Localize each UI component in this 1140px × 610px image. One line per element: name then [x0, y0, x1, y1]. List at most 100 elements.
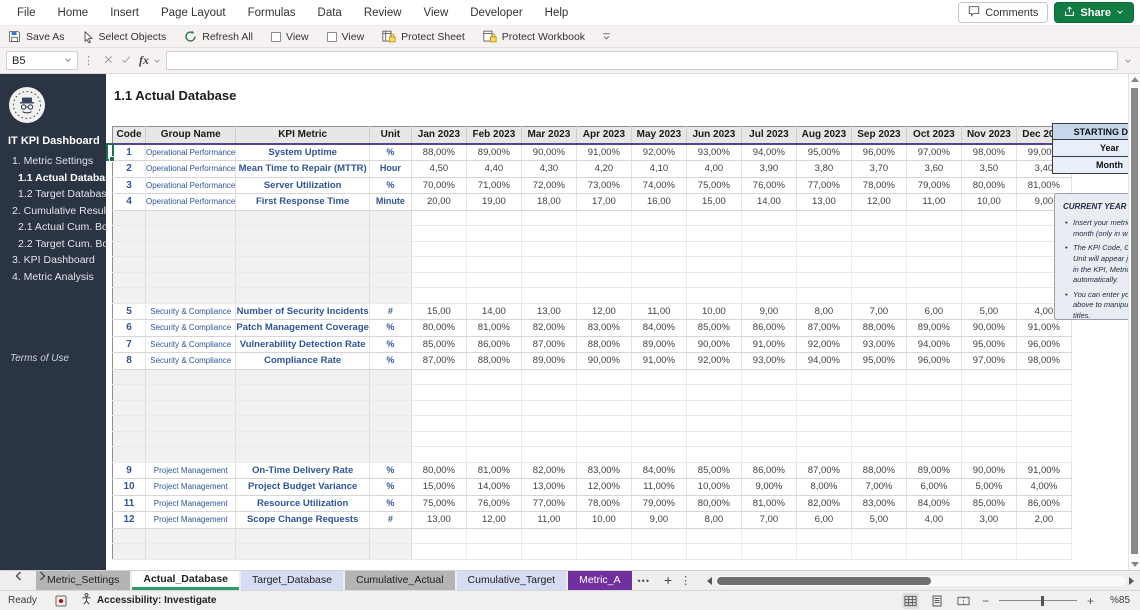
empty-cell[interactable]: [466, 256, 522, 273]
cell-value-month-9[interactable]: 12,00: [851, 193, 907, 211]
cell-kpi-metric[interactable]: Project Budget Variance: [235, 478, 370, 496]
scroll-right-arrow-icon[interactable]: [1129, 576, 1134, 585]
cell-code[interactable]: 6: [112, 319, 146, 337]
empty-cell[interactable]: [741, 543, 797, 560]
empty-cell[interactable]: [411, 384, 467, 401]
cell-value-month-1[interactable]: 88,00%: [411, 143, 467, 161]
empty-cell[interactable]: [906, 210, 962, 226]
cell-unit[interactable]: %: [369, 177, 412, 194]
empty-cell[interactable]: [466, 431, 522, 447]
cell-value-month-8[interactable]: 95,00%: [796, 143, 852, 161]
empty-cell[interactable]: [906, 287, 962, 304]
empty-cell[interactable]: [235, 543, 370, 560]
cell-value-month-8[interactable]: 77,00%: [796, 177, 852, 194]
horizontal-scrollbar-track[interactable]: [715, 575, 1126, 586]
empty-cell[interactable]: [686, 431, 742, 447]
cell-value-month-1[interactable]: 75,00%: [411, 495, 467, 512]
cell-value-month-1[interactable]: 15,00: [411, 303, 467, 320]
cell-unit[interactable]: Minute: [369, 193, 412, 211]
cell-value-month-6[interactable]: 90,00%: [686, 336, 742, 353]
empty-cell[interactable]: [369, 272, 412, 288]
empty-cell[interactable]: [466, 528, 522, 544]
cell-value-month-3[interactable]: 13,00: [521, 303, 577, 320]
empty-cell[interactable]: [686, 528, 742, 544]
empty-cell[interactable]: [521, 543, 577, 560]
cell-code[interactable]: 9: [112, 462, 146, 479]
cell-value-month-4[interactable]: 12,00%: [576, 478, 632, 496]
empty-cell[interactable]: [686, 415, 742, 432]
empty-cell[interactable]: [741, 369, 797, 385]
cell-value-month-10[interactable]: 94,00%: [906, 336, 962, 353]
cell-value-month-9[interactable]: 83,00%: [851, 495, 907, 512]
empty-cell[interactable]: [851, 415, 907, 432]
empty-cell[interactable]: [796, 446, 852, 463]
cell-value-month-2[interactable]: 86,00%: [466, 336, 522, 353]
cell-value-month-9[interactable]: 7,00%: [851, 478, 907, 496]
cell-value-month-5[interactable]: 79,00%: [631, 495, 687, 512]
cell-value-month-6[interactable]: 93,00%: [686, 143, 742, 161]
empty-cell[interactable]: [235, 431, 370, 447]
cell-value-month-6[interactable]: 85,00%: [686, 319, 742, 337]
toolbar-save-as-button[interactable]: Save As: [8, 30, 65, 43]
empty-cell[interactable]: [521, 384, 577, 401]
cell-value-month-9[interactable]: 3,70: [851, 160, 907, 178]
empty-cell[interactable]: [741, 241, 797, 257]
cell-unit[interactable]: %: [369, 336, 412, 353]
cell-value-month-5[interactable]: 92,00%: [631, 143, 687, 161]
empty-cell[interactable]: [112, 287, 146, 304]
cell-value-month-4[interactable]: 17,00: [576, 193, 632, 211]
cell-value-month-7[interactable]: 94,00%: [741, 143, 797, 161]
empty-cell[interactable]: [796, 431, 852, 447]
cell-value-month-4[interactable]: 10,00: [576, 511, 632, 529]
cell-kpi-metric[interactable]: Number of Security Incidents: [235, 303, 370, 320]
empty-cell[interactable]: [521, 287, 577, 304]
confirm-entry-icon[interactable]: [117, 55, 135, 67]
cell-value-month-11[interactable]: 97,00%: [961, 352, 1017, 370]
zoom-level[interactable]: %85: [1104, 595, 1130, 606]
empty-cell[interactable]: [906, 369, 962, 385]
empty-cell[interactable]: [576, 210, 632, 226]
starting-date-year-cell[interactable]: Year: [1052, 140, 1128, 157]
cell-group-name[interactable]: Security & Compliance: [145, 352, 237, 370]
empty-cell[interactable]: [411, 256, 467, 273]
menu-view[interactable]: View: [413, 0, 460, 26]
cell-kpi-metric[interactable]: Server Utilization: [235, 177, 370, 194]
cell-group-name[interactable]: Operational Performance: [145, 143, 237, 161]
cell-code[interactable]: 2: [112, 160, 146, 178]
empty-cell[interactable]: [741, 431, 797, 447]
cell-group-name[interactable]: Project Management: [145, 478, 237, 496]
cell-value-month-6[interactable]: 8,00: [686, 511, 742, 529]
cell-group-name[interactable]: Security & Compliance: [145, 336, 237, 353]
empty-cell[interactable]: [631, 415, 687, 432]
cell-value-month-5[interactable]: 74,00%: [631, 177, 687, 194]
empty-cell[interactable]: [631, 369, 687, 385]
cell-value-month-11[interactable]: 85,00%: [961, 495, 1017, 512]
empty-cell[interactable]: [906, 528, 962, 544]
cell-value-month-2[interactable]: 71,00%: [466, 177, 522, 194]
empty-cell[interactable]: [235, 415, 370, 432]
empty-cell[interactable]: [369, 369, 412, 385]
empty-cell[interactable]: [112, 256, 146, 273]
empty-cell[interactable]: [466, 287, 522, 304]
cell-group-name[interactable]: Security & Compliance: [145, 319, 237, 337]
empty-cell[interactable]: [686, 256, 742, 273]
normal-view-icon[interactable]: [901, 592, 919, 609]
empty-cell[interactable]: [631, 287, 687, 304]
cell-value-month-4[interactable]: 73,00%: [576, 177, 632, 194]
empty-cell[interactable]: [369, 256, 412, 273]
empty-cell[interactable]: [961, 384, 1017, 401]
selected-cell-indicator[interactable]: [106, 143, 115, 162]
empty-cell[interactable]: [145, 528, 237, 544]
zoom-slider[interactable]: [998, 595, 1077, 607]
sidebar-item-1-1-actual-database[interactable]: 1.1 Actual Database: [0, 170, 106, 187]
cell-value-month-2[interactable]: 12,00: [466, 511, 522, 529]
cell-value-month-3[interactable]: 90,00%: [521, 143, 577, 161]
macro-record-icon[interactable]: [55, 595, 67, 607]
menu-help[interactable]: Help: [534, 0, 580, 26]
cell-value-month-5[interactable]: 89,00%: [631, 336, 687, 353]
empty-cell[interactable]: [851, 225, 907, 242]
empty-cell[interactable]: [686, 241, 742, 257]
empty-cell[interactable]: [851, 272, 907, 288]
cell-value-month-9[interactable]: 78,00%: [851, 177, 907, 194]
empty-cell[interactable]: [631, 528, 687, 544]
